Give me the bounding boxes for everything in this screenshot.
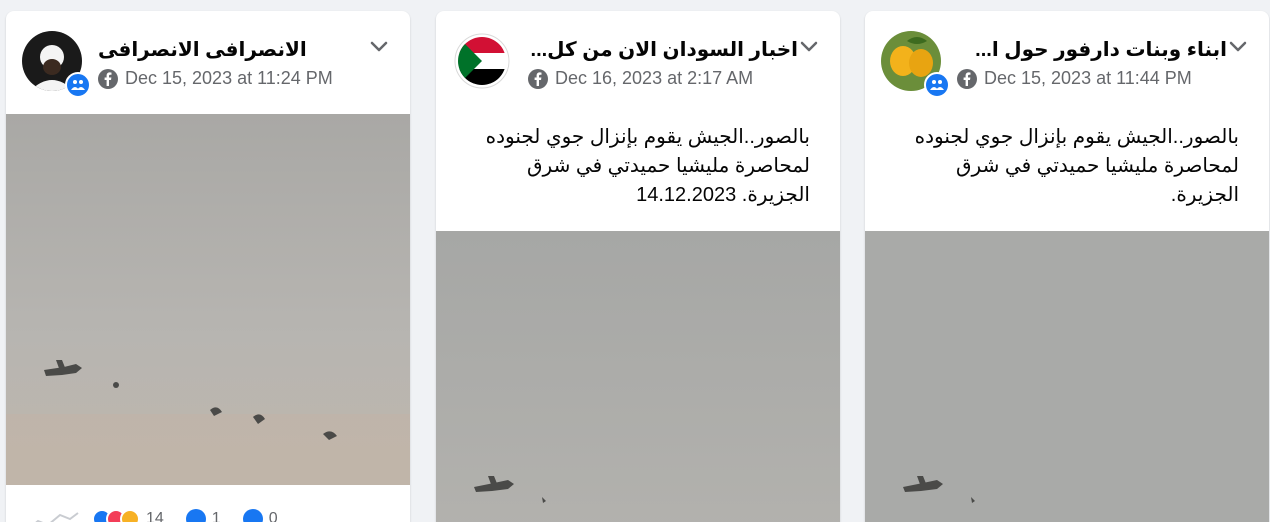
group-icon [65, 72, 91, 98]
page-name[interactable]: الانصرافى الانصرافى [98, 37, 368, 62]
chevron-down-icon[interactable] [1227, 35, 1249, 57]
post-header: اخبار السودان الان من كل... Dec 16, 2023… [436, 11, 840, 101]
chevron-down-icon[interactable] [368, 35, 390, 57]
page-name[interactable]: ابناء وبنات دارفور حول ا... [957, 37, 1227, 62]
post-card: الانصرافى الانصرافى Dec 15, 2023 at 11:2… [6, 11, 410, 522]
facebook-icon [528, 68, 548, 89]
graph-thumbnail [24, 509, 80, 522]
post-image[interactable] [865, 231, 1269, 522]
post-image[interactable] [436, 231, 840, 522]
post-date[interactable]: Dec 15, 2023 at 11:44 PM [984, 68, 1192, 89]
share-count[interactable]: 0 [269, 510, 278, 522]
page-name[interactable]: اخبار السودان الان من كل... [528, 37, 798, 62]
post-footer: 14 1 0 [6, 485, 410, 522]
post-date[interactable]: Dec 16, 2023 at 2:17 AM [555, 68, 753, 89]
post-header: الانصرافى الانصرافى Dec 15, 2023 at 11:2… [6, 11, 410, 101]
post-caption: بالصور..الجيش يقوم بإنزال جوي لجنوده لمح… [485, 126, 810, 206]
post-card: ابناء وبنات دارفور حول ا... Dec 15, 2023… [865, 11, 1269, 522]
comment-icon [185, 509, 206, 522]
post-caption: بالصور..الجيش يقوم بإنزال جوي لجنوده لمح… [914, 126, 1239, 206]
reaction-count[interactable]: 14 [146, 510, 164, 522]
post-card: اخبار السودان الان من كل... Dec 16, 2023… [436, 11, 840, 522]
facebook-icon [957, 68, 977, 89]
facebook-icon [98, 68, 118, 89]
group-icon [924, 72, 950, 98]
reaction-icons[interactable] [92, 509, 140, 522]
comment-count[interactable]: 1 [212, 510, 221, 522]
post-image[interactable] [6, 114, 410, 485]
avatar[interactable] [452, 31, 512, 91]
chevron-down-icon[interactable] [798, 35, 820, 57]
post-header: ابناء وبنات دارفور حول ا... Dec 15, 2023… [865, 11, 1269, 101]
share-icon [242, 509, 263, 522]
post-date[interactable]: Dec 15, 2023 at 11:24 PM [125, 68, 333, 89]
